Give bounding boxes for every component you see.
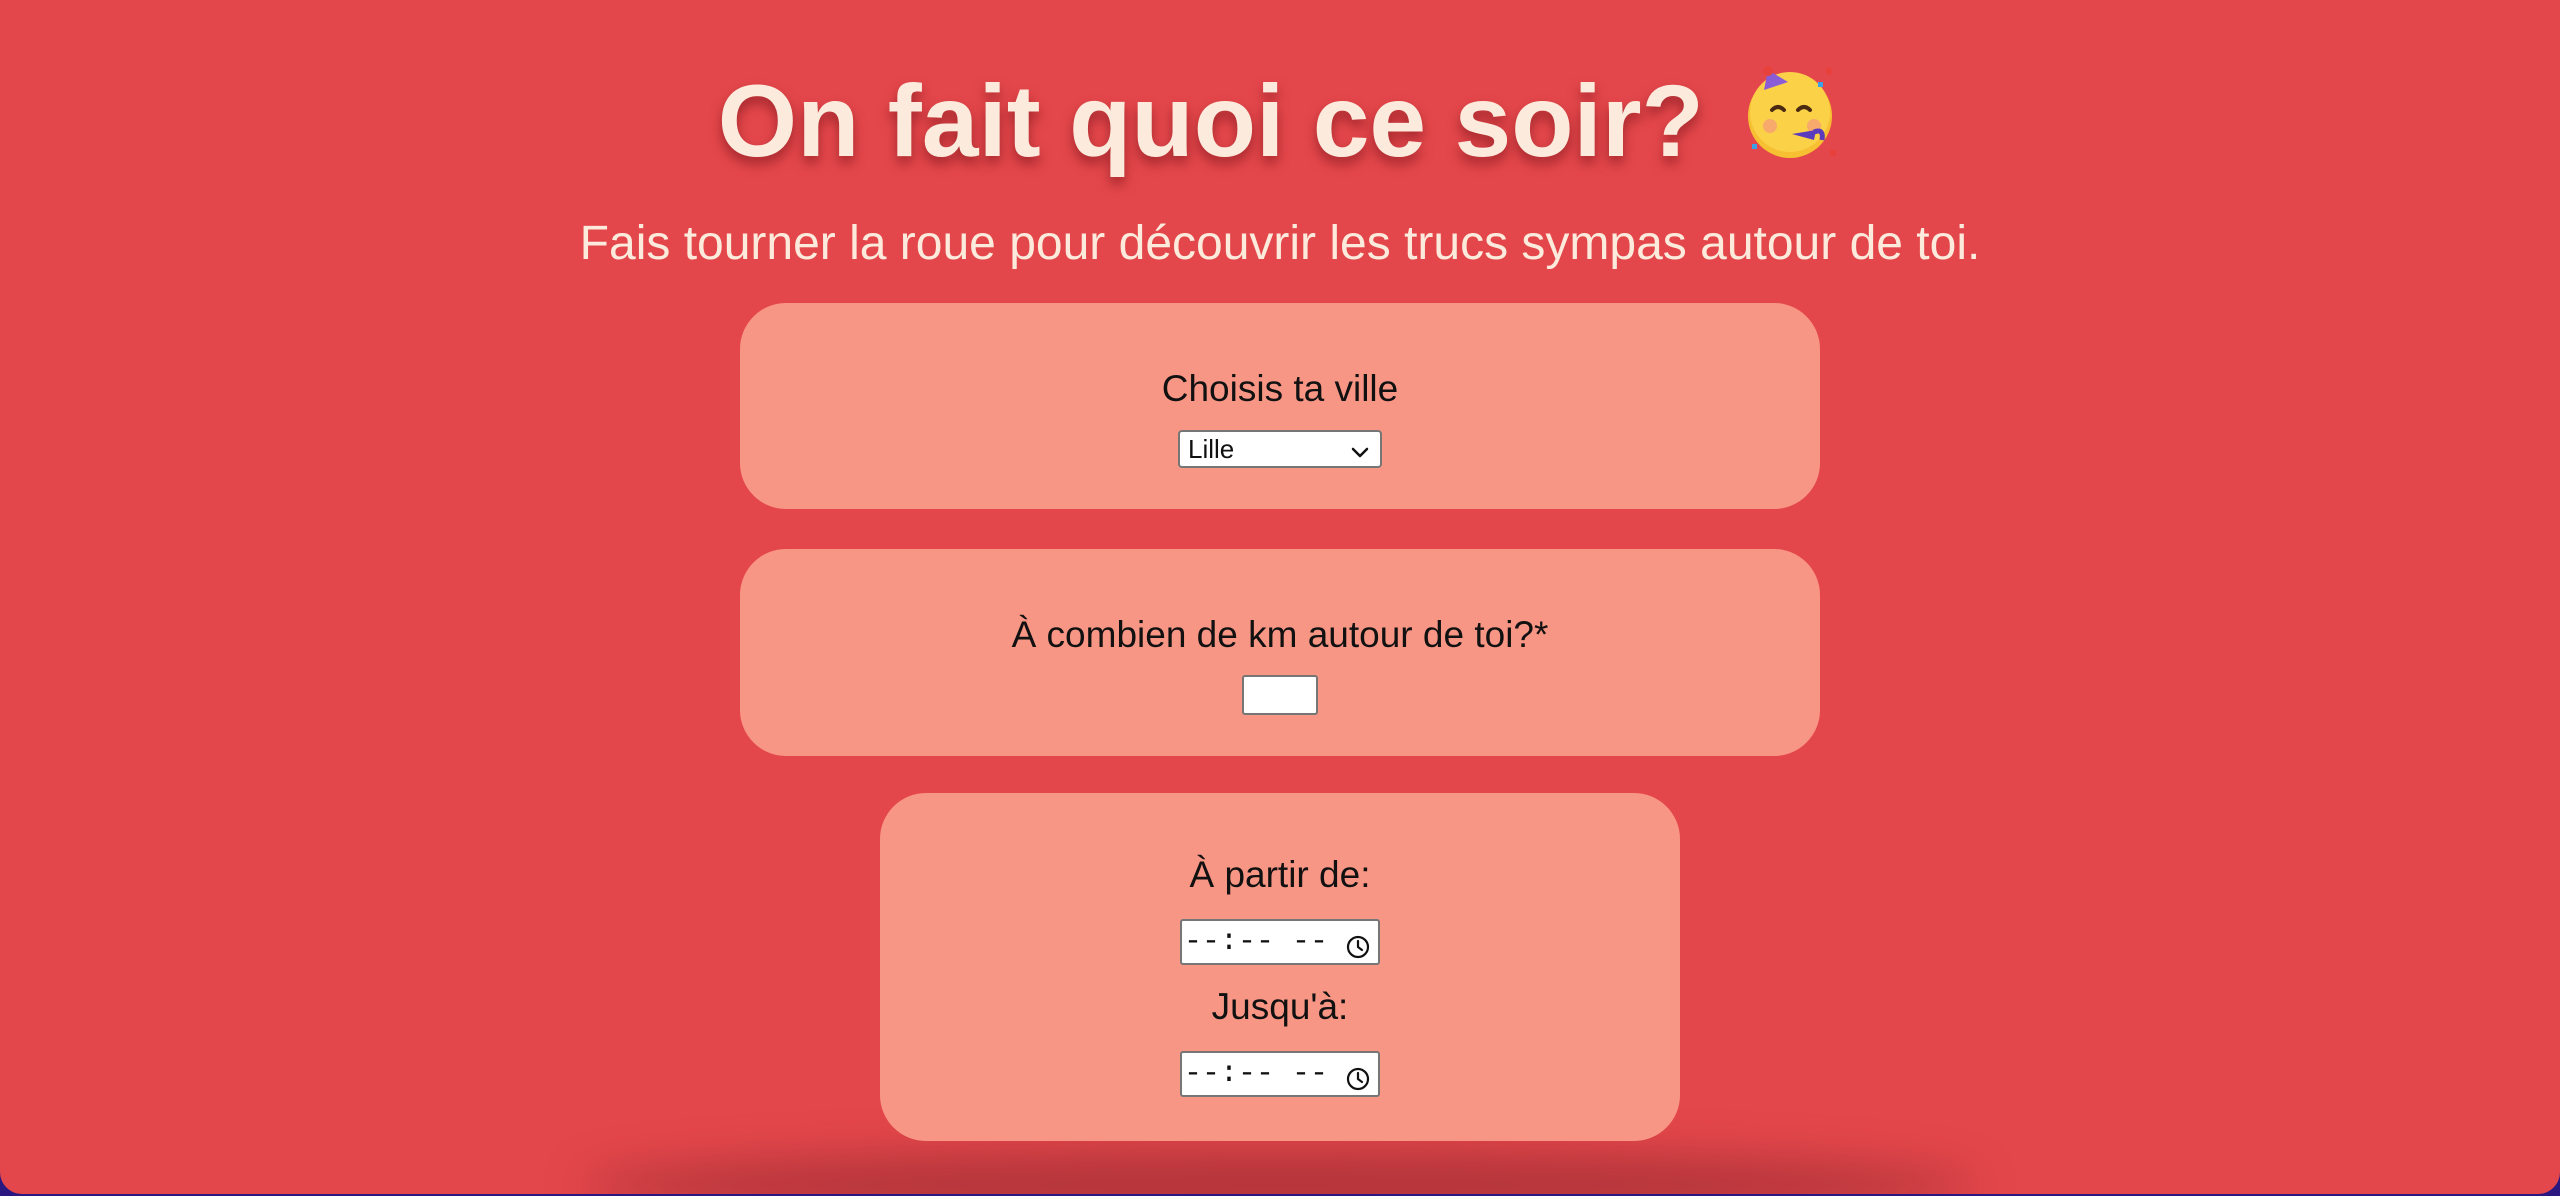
partying-face-icon [1738,60,1842,164]
distance-input[interactable] [1242,675,1318,715]
to-time-value: --:-- -- [1184,1057,1329,1091]
clock-icon[interactable] [1346,1063,1370,1091]
distance-label: À combien de km autour de toi?* [1011,614,1549,655]
city-label: Choisis ta ville [1161,368,1399,409]
time-card: À partir de: --:-- -- Jusqu'à: --:-- -- [880,793,1680,1141]
to-time-input[interactable]: --:-- -- [1180,1051,1380,1097]
distance-card: À combien de km autour de toi?* [740,549,1820,756]
page-title: On fait quoi ce soir? [0,56,2560,186]
clock-icon[interactable] [1346,931,1370,959]
city-select-value: Lille [1188,434,1235,464]
from-time-label: À partir de: [1189,854,1371,895]
page-title-text: On fait quoi ce soir? [717,64,1704,178]
to-time-label: Jusqu'à: [1211,986,1349,1027]
page: On fait quoi ce soir? Fais tourner la ro… [0,0,2560,1194]
bottom-shadow [580,1150,1980,1194]
chevron-down-icon [1348,438,1372,462]
from-time-value: --:-- -- [1184,925,1329,959]
city-card: Choisis ta ville Lille [740,303,1820,509]
page-subtitle: Fais tourner la roue pour découvrir les … [579,217,1981,270]
from-time-input[interactable]: --:-- -- [1180,919,1380,965]
city-select[interactable]: Lille [1178,430,1382,468]
